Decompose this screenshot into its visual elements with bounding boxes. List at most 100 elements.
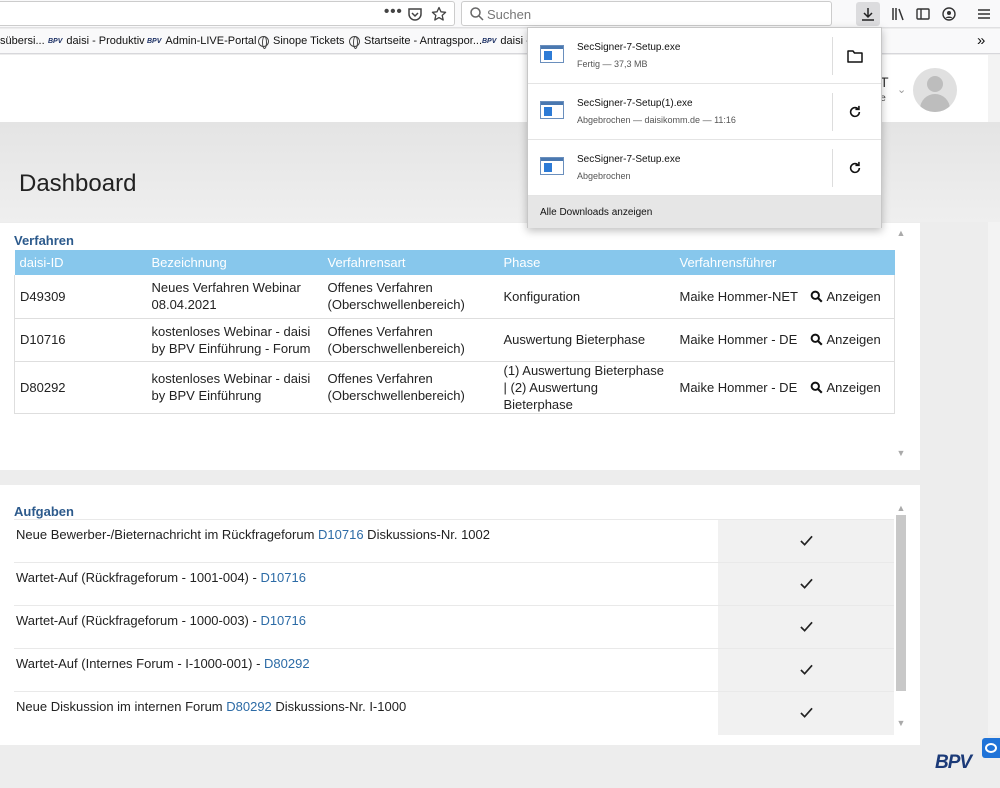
verfahren-title: Verfahren	[14, 233, 74, 248]
table-row[interactable]: D49309 Neues Verfahren Webinar 08.04.202…	[14, 275, 895, 319]
column-header[interactable]: Bezeichnung	[146, 250, 323, 275]
url-bar[interactable]: •••	[0, 1, 455, 26]
bpv-favicon: BPV	[48, 37, 63, 45]
bpv-favicon: BPV	[147, 37, 162, 45]
scroll-down-icon[interactable]: ▼	[895, 718, 907, 728]
exe-file-icon	[540, 101, 564, 119]
bookmark-item[interactable]: Startseite - Antragspor...	[349, 35, 482, 49]
list-item: Neue Bewerber-/Bieternachricht im Rückfr…	[14, 519, 894, 563]
table-row[interactable]: D10716 kostenloses Webinar - daisi by BP…	[14, 318, 895, 362]
bookmark-item[interactable]: sübersi...	[0, 35, 45, 47]
account-button[interactable]	[937, 2, 961, 26]
scroll-up-icon[interactable]: ▲	[895, 503, 907, 513]
task-done-button[interactable]	[718, 692, 894, 735]
bookmark-star-icon[interactable]	[431, 6, 447, 26]
task-done-button[interactable]	[718, 606, 894, 649]
download-status: Fertig — 37,3 MB	[577, 59, 648, 69]
bookmark-item[interactable]: BPV Admin-LIVE-Portal	[147, 35, 257, 47]
retry-icon	[849, 105, 861, 118]
exe-file-icon	[540, 157, 564, 175]
cell-id: D10716	[14, 318, 147, 362]
cell-id: D49309	[14, 275, 147, 319]
show-all-downloads-button[interactable]: Alle Downloads anzeigen	[528, 196, 881, 228]
cell-verfahrensart: Offenes Verfahren (Oberschwellenbereich)	[322, 275, 499, 319]
download-item[interactable]: SecSigner-7-Setup.exe Fertig — 37,3 MB	[528, 28, 881, 84]
bookmark-item[interactable]: BPV daisi - Produktiv	[48, 35, 145, 47]
cell-verfahrensfuehrer: Maike Hommer - DE	[674, 318, 805, 362]
open-folder-button[interactable]	[846, 47, 864, 65]
download-filename: SecSigner-7-Setup(1).exe	[577, 98, 693, 109]
search-placeholder: Suchen	[487, 7, 532, 22]
pocket-icon[interactable]	[407, 6, 423, 26]
sidebar-icon	[916, 8, 930, 20]
task-done-button[interactable]	[718, 520, 894, 563]
check-icon	[800, 578, 813, 589]
library-icon	[892, 8, 904, 21]
task-list: Neue Bewerber-/Bieternachricht im Rückfr…	[14, 519, 894, 735]
exe-file-icon	[540, 45, 564, 63]
verfahren-panel: Verfahren daisi-ID Bezeichnung Verfahren…	[0, 223, 920, 470]
column-header[interactable]: daisi-ID	[14, 250, 147, 275]
list-item: Wartet-Auf (Rückfrageforum - 1001-004) -…	[14, 562, 894, 606]
retry-download-button[interactable]	[846, 159, 864, 177]
verfahren-link[interactable]: D10716	[260, 613, 306, 628]
download-status: Abgebrochen	[577, 171, 631, 181]
scroll-down-icon[interactable]: ▼	[895, 448, 907, 458]
avatar[interactable]	[913, 68, 957, 112]
column-header[interactable]: Verfahrensart	[322, 250, 499, 275]
aufgaben-title: Aufgaben	[14, 504, 74, 519]
search-icon	[810, 381, 823, 394]
verfahren-link[interactable]: D10716	[260, 570, 306, 585]
table-row[interactable]: D80292 kostenloses Webinar - daisi by BP…	[14, 361, 895, 414]
list-item: Wartet-Auf (Internes Forum - I-1000-001)…	[14, 648, 894, 692]
bpv-logo: BPV	[935, 752, 972, 773]
retry-download-button[interactable]	[846, 103, 864, 121]
library-button[interactable]	[886, 2, 910, 26]
check-icon	[800, 707, 813, 718]
cell-id: D80292	[14, 361, 147, 414]
bookmark-item[interactable]: Sinope Tickets	[258, 35, 345, 49]
cell-phase: Konfiguration	[498, 275, 675, 319]
verfahren-link[interactable]: D10716	[318, 527, 364, 542]
anzeigen-button[interactable]: Anzeigen	[810, 331, 890, 348]
cell-bezeichnung: kostenloses Webinar - daisi by BPV Einfü…	[146, 361, 323, 414]
search-bar[interactable]: Suchen	[461, 1, 832, 26]
globe-icon	[258, 35, 269, 49]
table-header-row: daisi-ID Bezeichnung Verfahrensart Phase…	[14, 250, 895, 275]
search-icon	[470, 7, 484, 21]
account-icon	[942, 7, 956, 21]
verfahren-link[interactable]: D80292	[264, 656, 310, 671]
column-header[interactable]: Phase	[498, 250, 675, 275]
download-item[interactable]: SecSigner-7-Setup(1).exe Abgebrochen — d…	[528, 84, 881, 140]
chevron-down-icon[interactable]: ⌄	[897, 83, 906, 96]
cell-bezeichnung: kostenloses Webinar - daisi by BPV Einfü…	[146, 318, 323, 362]
downloads-panel: SecSigner-7-Setup.exe Fertig — 37,3 MB S…	[527, 27, 882, 228]
task-done-button[interactable]	[718, 649, 894, 692]
download-filename: SecSigner-7-Setup.exe	[577, 42, 681, 53]
verfahren-scrollbar[interactable]: ▲ ▼	[895, 228, 907, 460]
anzeigen-button[interactable]: Anzeigen	[810, 379, 890, 396]
aufgaben-scrollbar[interactable]: ▲ ▼	[895, 503, 907, 731]
bookmarks-overflow-icon[interactable]: »	[977, 32, 985, 49]
scroll-thumb[interactable]	[896, 515, 906, 691]
cell-verfahrensart: Offenes Verfahren (Oberschwellenbereich)	[322, 361, 499, 414]
verfahren-link[interactable]: D80292	[226, 699, 272, 714]
column-header[interactable]: Verfahrensführer	[674, 250, 805, 275]
menu-button[interactable]	[972, 2, 996, 26]
page-title: Dashboard	[19, 170, 137, 197]
downloads-button[interactable]	[856, 2, 880, 26]
check-icon	[800, 535, 813, 546]
check-icon	[800, 664, 813, 675]
download-item[interactable]: SecSigner-7-Setup.exe Abgebrochen	[528, 140, 881, 196]
cell-phase: Auswertung Bieterphase	[498, 318, 675, 362]
task-done-button[interactable]	[718, 563, 894, 606]
column-header	[804, 250, 895, 275]
page-actions-icon[interactable]: •••	[384, 4, 403, 20]
scroll-up-icon[interactable]: ▲	[895, 228, 907, 238]
anzeigen-button[interactable]: Anzeigen	[810, 288, 890, 305]
sidebar-button[interactable]	[911, 2, 935, 26]
teamviewer-icon[interactable]	[982, 738, 1000, 758]
cell-phase: (1) Auswertung Bieterphase | (2) Auswert…	[498, 361, 675, 414]
download-status: Abgebrochen — daisikomm.de — 11:16	[577, 115, 736, 125]
list-item: Wartet-Auf (Rückfrageforum - 1000-003) -…	[14, 605, 894, 649]
